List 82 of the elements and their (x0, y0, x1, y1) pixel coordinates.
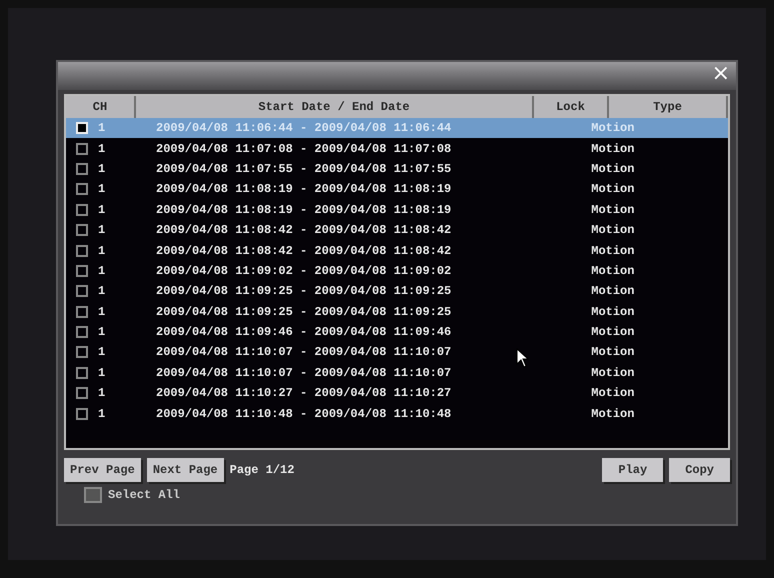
channel-cell-text: 1 (98, 324, 106, 342)
checkbox[interactable] (76, 326, 88, 338)
channel-cell-text: 1 (98, 120, 106, 138)
channel-cell-text: 1 (98, 160, 106, 178)
type-cell-text: Motion (591, 304, 634, 321)
type-cell-text: Motion (591, 120, 634, 138)
table-row[interactable]: 1 2009/04/08 11:07:55 - 2009/04/08 11:07:55 Motion (66, 158, 728, 180)
table-row[interactable]: 1 2009/04/08 11:09:25 - 2009/04/08 11:09:25 Motion (66, 281, 728, 302)
date-range-cell-text: 2009/04/08 11:08:19 - 2009/04/08 11:08:19 (156, 202, 452, 219)
type-cell-text: Motion (591, 283, 634, 300)
table-row[interactable]: 1 2009/04/08 11:09:25 - 2009/04/08 11:09:25 Motion (66, 302, 728, 322)
type-cell-text: Motion (591, 324, 634, 342)
copy-button[interactable]: Copy (669, 458, 730, 482)
date-range-cell-text: 2009/04/08 11:10:07 - 2009/04/08 11:10:07 (156, 364, 452, 382)
channel-cell-text: 1 (98, 222, 106, 240)
date-range-cell-text: 2009/04/08 11:09:02 - 2009/04/08 11:09:02 (156, 262, 452, 280)
type-cell-text: Motion (591, 262, 634, 280)
checkbox[interactable] (76, 366, 88, 379)
table-row[interactable]: 1 2009/04/08 11:10:27 - 2009/04/08 11:10:27 Motion (66, 383, 728, 404)
channel-cell-text: 1 (98, 385, 106, 402)
type-cell-text: Motion (591, 181, 634, 198)
close-button[interactable]: × (708, 62, 734, 86)
date-range-cell-text: 2009/04/08 11:08:19 - 2009/04/08 11:08:19 (156, 181, 452, 198)
table-row[interactable]: 1 2009/04/08 11:08:42 - 2009/04/08 11:08:42 Motion (66, 240, 728, 261)
date-range-cell-text: 2009/04/08 11:08:42 - 2009/04/08 11:08:42 (156, 222, 452, 240)
checkbox[interactable] (76, 264, 88, 277)
date-range-cell-text: 2009/04/08 11:09:25 - 2009/04/08 11:09:25 (156, 304, 452, 321)
table-row[interactable]: 1 2009/04/08 11:09:46 - 2009/04/08 11:09:46 Motion (66, 322, 728, 342)
channel-cell-text: 1 (98, 262, 106, 280)
date-range-cell-text: 2009/04/08 11:07:08 - 2009/04/08 11:07:08 (156, 140, 452, 158)
table-row[interactable]: 1 2009/04/08 11:10:48 - 2009/04/08 11:10:48 Motion (66, 403, 728, 424)
channel-cell-text: 1 (98, 406, 106, 423)
checkbox[interactable] (76, 285, 88, 298)
type-cell-text: Motion (591, 202, 634, 219)
table-row[interactable]: 1 2009/04/08 11:09:02 - 2009/04/08 11:09:02 Motion (66, 260, 728, 282)
channel-cell-text: 1 (98, 181, 106, 198)
type-cell-text: Motion (591, 242, 634, 260)
page-indicator: Page 1/12 (230, 462, 294, 479)
checkbox[interactable] (76, 142, 88, 155)
checkbox[interactable] (76, 346, 88, 358)
checkbox[interactable] (76, 162, 88, 175)
checkbox[interactable] (76, 183, 88, 196)
table-row[interactable]: 1 2009/04/08 11:08:19 - 2009/04/08 11:08:19 Motion (66, 200, 728, 220)
table-row[interactable]: 1 2009/04/08 11:08:42 - 2009/04/08 11:08:42 Motion (66, 220, 728, 240)
type-cell-text: Motion (591, 160, 634, 178)
channel-cell-text: 1 (98, 283, 106, 300)
next-page-button[interactable]: Next Page (146, 458, 224, 482)
type-cell-text: Motion (591, 364, 634, 382)
date-range-cell-text: 2009/04/08 11:09:25 - 2009/04/08 11:09:25 (156, 283, 452, 300)
type-cell-text: Motion (591, 140, 634, 158)
checkbox[interactable] (76, 244, 88, 257)
select-all-label: Select All (108, 487, 180, 504)
checkbox[interactable] (76, 204, 88, 216)
checkbox[interactable] (76, 306, 88, 318)
date-range-cell-text: 2009/04/08 11:07:55 - 2009/04/08 11:07:55 (156, 160, 452, 178)
type-cell-text: Motion (591, 385, 634, 402)
table-row[interactable]: 1 2009/04/08 11:08:19 - 2009/04/08 11:08:19 Motion (66, 179, 728, 200)
play-button[interactable]: Play (602, 458, 664, 482)
date-range-cell-text: 2009/04/08 11:10:27 - 2009/04/08 11:10:27 (156, 385, 452, 402)
channel-cell-text: 1 (98, 242, 106, 260)
date-range-cell-text: 2009/04/08 11:10:48 - 2009/04/08 11:10:48 (156, 406, 452, 423)
checkbox[interactable] (84, 487, 102, 503)
channel-cell-text: 1 (98, 202, 106, 219)
prev-page-button[interactable]: Prev Page (64, 458, 141, 482)
table-row[interactable]: 1 2009/04/08 11:10:07 - 2009/04/08 11:10:07 Motion (66, 342, 728, 363)
checkbox[interactable] (76, 408, 88, 420)
table-row[interactable]: 1 2009/04/08 11:07:08 - 2009/04/08 11:07:08 Motion (66, 138, 728, 159)
date-range-cell-text: 2009/04/08 11:08:42 - 2009/04/08 11:08:42 (156, 242, 452, 260)
channel-cell-text: 1 (98, 140, 106, 158)
type-cell-text: Motion (591, 406, 634, 423)
checkbox[interactable] (76, 387, 88, 400)
channel-cell-text: 1 (98, 344, 106, 362)
channel-cell-text: 1 (98, 304, 106, 321)
checkbox[interactable] (76, 224, 88, 236)
table-row[interactable]: 1 2009/04/08 11:10:07 - 2009/04/08 11:10:07 Motion (66, 362, 728, 384)
date-range-cell-text: 2009/04/08 11:10:07 - 2009/04/08 11:10:07 (156, 344, 452, 362)
type-cell-text: Motion (591, 222, 634, 240)
type-cell-text: Motion (591, 344, 634, 362)
channel-cell-text: 1 (98, 364, 106, 382)
mouse-cursor-icon (516, 348, 530, 368)
date-range-cell-text: 2009/04/08 11:09:46 - 2009/04/08 11:09:46 (156, 324, 452, 342)
date-range-cell-text: 2009/04/08 11:06:44 - 2009/04/08 11:06:44 (156, 120, 452, 138)
